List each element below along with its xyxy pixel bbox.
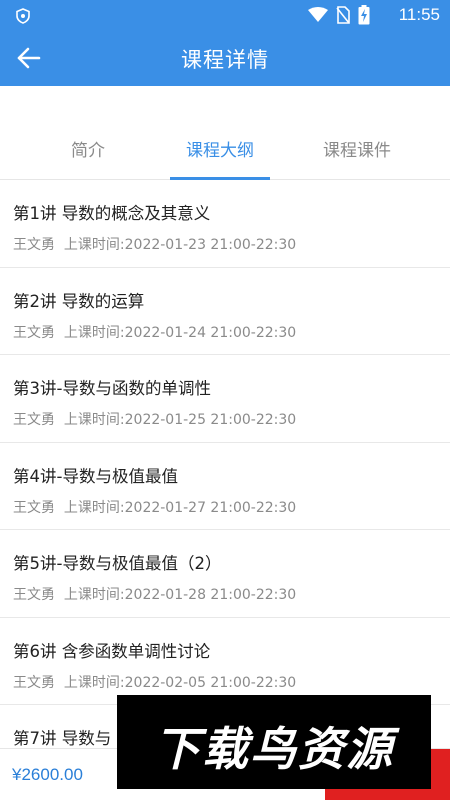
tab-syllabus[interactable]: 课程大纲 xyxy=(160,136,280,161)
shield-icon xyxy=(16,8,30,24)
lesson-teacher: 王文勇 xyxy=(13,499,55,516)
lesson-time-label: 上课时间: xyxy=(63,587,125,603)
lesson-time-label: 上课时间: xyxy=(63,674,125,691)
lesson-teacher: 王文勇 xyxy=(13,587,55,603)
battery-charging-icon xyxy=(358,5,370,25)
lesson-title: 第6讲 含参函数单调性讨论 xyxy=(13,641,211,661)
lesson-item[interactable]: 第2讲 导数的运算 王文勇 上课时间:2022-01-24 21:00-22:3… xyxy=(0,268,450,355)
no-sim-icon xyxy=(336,6,350,24)
lesson-meta: 王文勇 上课时间:2022-01-28 21:00-22:30 xyxy=(13,584,296,604)
lesson-time: 2022-01-25 21:00-22:30 xyxy=(124,412,297,428)
lesson-time: 2022-02-05 21:00-22:30 xyxy=(124,674,297,691)
tab-intro[interactable]: 简介 xyxy=(28,136,148,161)
lesson-title: 第7讲 导数与 xyxy=(13,729,112,748)
status-time: 11:55 xyxy=(398,5,440,24)
lesson-time: 2022-01-28 21:00-22:30 xyxy=(124,587,297,603)
lesson-time: 2022-01-24 21:00-22:30 xyxy=(124,324,297,341)
lesson-teacher: 王文勇 xyxy=(13,674,55,691)
lesson-time-label: 上课时间: xyxy=(63,412,125,428)
lesson-time: 2022-01-23 21:00-22:30 xyxy=(124,237,297,253)
lesson-item[interactable]: 第4讲-导数与极值最值 王文勇 上课时间:2022-01-27 21:00-22… xyxy=(0,443,450,530)
lesson-meta: 王文勇 上课时间:2022-01-23 21:00-22:30 xyxy=(13,234,296,254)
lesson-teacher: 王文勇 xyxy=(13,412,55,428)
lesson-time-label: 上课时间: xyxy=(63,499,125,516)
lesson-item[interactable]: 第3讲-导数与函数的单调性 王文勇 上课时间:2022-01-25 21:00-… xyxy=(0,355,450,443)
lesson-meta: 王文勇 上课时间:2022-02-05 21:00-22:30 xyxy=(13,672,296,692)
lesson-item[interactable]: 第6讲 含参函数单调性讨论 王文勇 上课时间:2022-02-05 21:00-… xyxy=(0,618,450,705)
lesson-time-label: 上课时间: xyxy=(63,237,125,253)
lesson-title: 第4讲-导数与极值最值 xyxy=(13,466,178,486)
lesson-time-label: 上课时间: xyxy=(63,324,125,341)
lesson-meta: 王文勇 上课时间:2022-01-24 21:00-22:30 xyxy=(13,322,296,342)
lesson-teacher: 王文勇 xyxy=(13,324,55,341)
status-bar: 11:55 xyxy=(0,0,450,30)
lesson-teacher: 王文勇 xyxy=(13,237,55,253)
lesson-title: 第5讲-导数与极值最值（2） xyxy=(13,554,222,573)
app-bar: 课程详情 xyxy=(0,30,450,86)
lesson-title: 第3讲-导数与函数的单调性 xyxy=(13,379,211,398)
lesson-meta: 王文勇 上课时间:2022-01-27 21:00-22:30 xyxy=(13,497,296,517)
lesson-title: 第2讲 导数的运算 xyxy=(13,291,145,311)
status-icons xyxy=(308,5,370,25)
lesson-meta: 王文勇 上课时间:2022-01-25 21:00-22:30 xyxy=(13,409,296,429)
lesson-time: 2022-01-27 21:00-22:30 xyxy=(124,499,297,516)
lesson-item[interactable]: 第1讲 导数的概念及其意义 王文勇 上课时间:2022-01-23 21:00-… xyxy=(0,180,450,268)
lesson-title: 第1讲 导数的概念及其意义 xyxy=(13,204,211,223)
page-title: 课程详情 xyxy=(181,48,269,72)
lesson-item[interactable]: 第5讲-导数与极值最值（2） 王文勇 上课时间:2022-01-28 21:00… xyxy=(0,530,450,618)
watermark-logo: 下载鸟资源 xyxy=(117,695,431,789)
course-price: ¥2600.00 xyxy=(12,765,83,784)
tab-bar: 简介 课程大纲 课程课件 xyxy=(0,118,450,180)
wifi-icon xyxy=(308,7,328,22)
tab-courseware[interactable]: 课程课件 xyxy=(297,136,417,161)
watermark-text: 下载鸟资源 xyxy=(154,722,394,776)
